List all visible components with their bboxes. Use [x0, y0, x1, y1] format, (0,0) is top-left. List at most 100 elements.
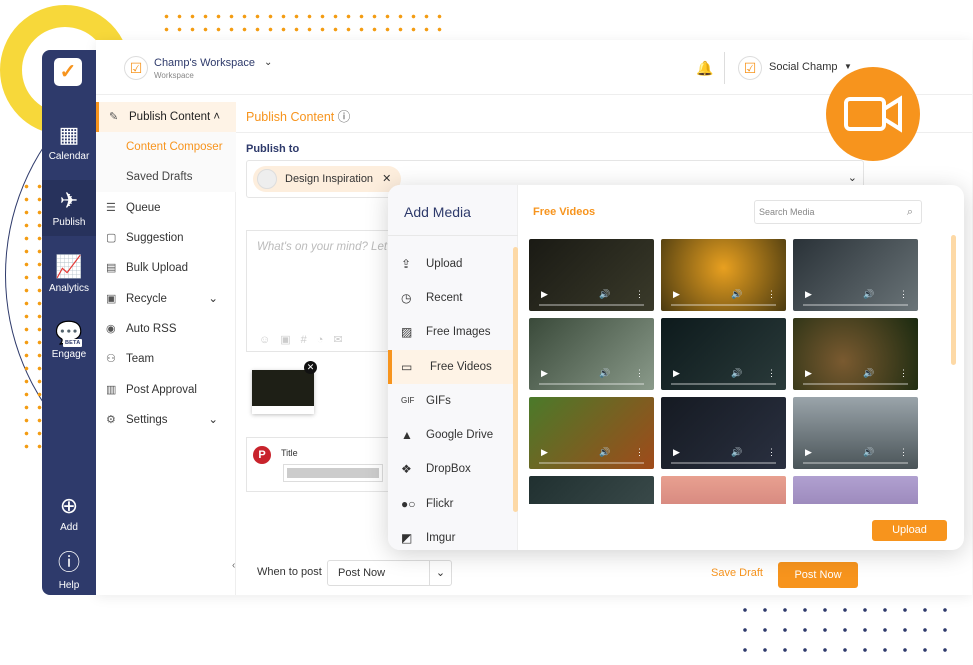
- gif-icon: GIF: [401, 396, 415, 405]
- source-imgur[interactable]: ◩ Imgur: [388, 521, 513, 550]
- play-icon[interactable]: ▶: [541, 289, 548, 300]
- sidebar-publish-content[interactable]: ✎ Publish Content ˄: [96, 102, 236, 132]
- source-free-images[interactable]: ▨ Free Images: [388, 315, 513, 349]
- remove-account-icon[interactable]: ✕: [382, 173, 391, 185]
- sidebar-recycle[interactable]: ▣ Recycle ⌄: [96, 284, 236, 314]
- play-icon[interactable]: ▶: [805, 447, 812, 458]
- volume-icon[interactable]: 🔊: [599, 289, 610, 300]
- volume-icon[interactable]: 🔊: [599, 368, 610, 379]
- sidebar-team[interactable]: ⚇ Team: [96, 344, 236, 374]
- sidebar-bulk-upload[interactable]: ▤ Bulk Upload: [96, 253, 236, 283]
- more-icon[interactable]: ⋮: [767, 289, 776, 300]
- more-icon[interactable]: ⋮: [635, 447, 644, 458]
- sidebar-auto-rss[interactable]: ◉ Auto RSS: [96, 314, 236, 344]
- more-icon[interactable]: ⋮: [635, 368, 644, 379]
- sources-scrollbar[interactable]: [513, 247, 518, 512]
- video-progress[interactable]: [539, 383, 644, 385]
- post-now-button[interactable]: Post Now: [778, 562, 858, 588]
- video-thumbnail[interactable]: ▶ 🔊 ⋮: [661, 397, 786, 469]
- bell-icon[interactable]: 🔔: [696, 60, 713, 77]
- source-free-videos[interactable]: ▭ Free Videos: [388, 350, 513, 384]
- attached-media-thumb[interactable]: [252, 370, 314, 414]
- video-progress[interactable]: [539, 462, 644, 464]
- volume-icon[interactable]: 🔊: [731, 289, 742, 300]
- sidebar-saved-drafts[interactable]: Saved Drafts: [96, 162, 236, 192]
- rail-calendar[interactable]: ▦ Calendar: [42, 122, 96, 162]
- more-icon[interactable]: ⋮: [767, 368, 776, 379]
- sidebar-content-composer[interactable]: Content Composer: [96, 132, 236, 162]
- video-progress[interactable]: [803, 304, 908, 306]
- play-icon[interactable]: ▶: [805, 289, 812, 300]
- remove-media-icon[interactable]: ✕: [304, 361, 317, 374]
- source-google-drive[interactable]: ▲ Google Drive: [388, 418, 513, 452]
- source-gifs[interactable]: GIF GIFs: [388, 384, 513, 418]
- more-icon[interactable]: ⋮: [899, 289, 908, 300]
- video-thumbnail[interactable]: ▶ 🔊 ⋮: [529, 239, 654, 311]
- chevron-down-icon[interactable]: ⌄: [848, 171, 857, 184]
- video-progress[interactable]: [803, 383, 908, 385]
- video-thumbnail[interactable]: ▶ 🔊 ⋮: [661, 239, 786, 311]
- video-thumbnail[interactable]: ▶ 🔊 ⋮: [793, 318, 918, 390]
- play-icon[interactable]: ▶: [541, 447, 548, 458]
- rail-engage[interactable]: 💬 BETA Engage: [42, 320, 96, 360]
- more-icon[interactable]: ⋮: [899, 368, 908, 379]
- source-flickr[interactable]: ●○ Flickr: [388, 487, 513, 521]
- post-editor[interactable]: What's on your mind? Let t ☺▣#◔✉: [246, 230, 406, 352]
- video-progress[interactable]: [671, 383, 776, 385]
- grid-scrollbar[interactable]: [951, 235, 956, 365]
- video-progress[interactable]: [803, 462, 908, 464]
- video-camera-icon: [844, 95, 902, 133]
- volume-icon[interactable]: 🔊: [731, 447, 742, 458]
- chevron-down-icon[interactable]: ⌄: [264, 57, 272, 68]
- volume-icon[interactable]: 🔊: [731, 368, 742, 379]
- sidebar-suggestion[interactable]: ▢ Suggestion: [96, 223, 236, 253]
- source-dropbox[interactable]: ❖ DropBox: [388, 452, 513, 486]
- workspace-sub: Workspace: [154, 71, 194, 80]
- editor-placeholder[interactable]: What's on your mind? Let t: [257, 241, 393, 253]
- sidebar-settings[interactable]: ⚙ Settings ⌄: [96, 405, 236, 435]
- volume-icon[interactable]: 🔊: [599, 447, 610, 458]
- help-icon: ⓘ: [57, 550, 80, 575]
- video-thumbnail[interactable]: ▶🔊⋮: [529, 476, 654, 504]
- rail-help[interactable]: ⓘ Help: [42, 545, 96, 591]
- source-recent[interactable]: ◷ Recent: [388, 281, 513, 315]
- volume-icon[interactable]: 🔊: [863, 447, 874, 458]
- title-input[interactable]: [283, 464, 383, 482]
- video-thumbnail[interactable]: ▶🔊⋮: [793, 476, 918, 504]
- rail-add[interactable]: ⊕ Add: [42, 493, 96, 533]
- volume-icon[interactable]: 🔊: [863, 368, 874, 379]
- workspace-name[interactable]: Champ's Workspace: [154, 57, 255, 69]
- sidebar-queue[interactable]: ☰ Queue: [96, 193, 236, 223]
- save-draft-button[interactable]: Save Draft: [711, 567, 763, 579]
- upload-button[interactable]: Upload: [872, 520, 947, 541]
- editor-toolbar[interactable]: ☺▣#◔✉: [259, 333, 353, 346]
- play-icon[interactable]: ▶: [805, 368, 812, 379]
- play-icon[interactable]: ▶: [541, 368, 548, 379]
- volume-icon[interactable]: 🔊: [863, 289, 874, 300]
- play-icon[interactable]: ▶: [673, 447, 680, 458]
- source-upload[interactable]: ⇪ Upload: [388, 247, 513, 281]
- video-progress[interactable]: [671, 462, 776, 464]
- video-thumbnail[interactable]: ▶🔊⋮: [661, 476, 786, 504]
- sidebar-post-approval[interactable]: ▥ Post Approval: [96, 375, 236, 405]
- rail-analytics[interactable]: 📈 Analytics: [42, 254, 96, 294]
- video-progress[interactable]: [539, 304, 644, 306]
- rail-publish[interactable]: ✈ Publish: [42, 180, 96, 236]
- play-icon[interactable]: ▶: [673, 289, 680, 300]
- paper-plane-icon: ✈: [59, 188, 79, 213]
- video-thumbnail[interactable]: ▶ 🔊 ⋮: [529, 318, 654, 390]
- video-thumbnail[interactable]: ▶ 🔊 ⋮: [661, 318, 786, 390]
- video-thumbnail[interactable]: ▶ 🔊 ⋮: [793, 239, 918, 311]
- more-icon[interactable]: ⋮: [899, 447, 908, 458]
- when-to-post-select[interactable]: Post Now ⌄: [327, 560, 452, 586]
- video-thumbnail[interactable]: ▶ 🔊 ⋮: [529, 397, 654, 469]
- video-thumbnail[interactable]: ▶ 🔊 ⋮: [793, 397, 918, 469]
- video-progress[interactable]: [671, 304, 776, 306]
- collapse-sidebar-icon[interactable]: ‹: [232, 560, 235, 571]
- more-icon[interactable]: ⋮: [635, 289, 644, 300]
- play-icon[interactable]: ▶: [673, 368, 680, 379]
- avatar[interactable]: ☑: [738, 56, 762, 80]
- beta-badge: BETA: [63, 339, 83, 347]
- search-media-input[interactable]: Search Media ⌕: [754, 200, 922, 224]
- more-icon[interactable]: ⋮: [767, 447, 776, 458]
